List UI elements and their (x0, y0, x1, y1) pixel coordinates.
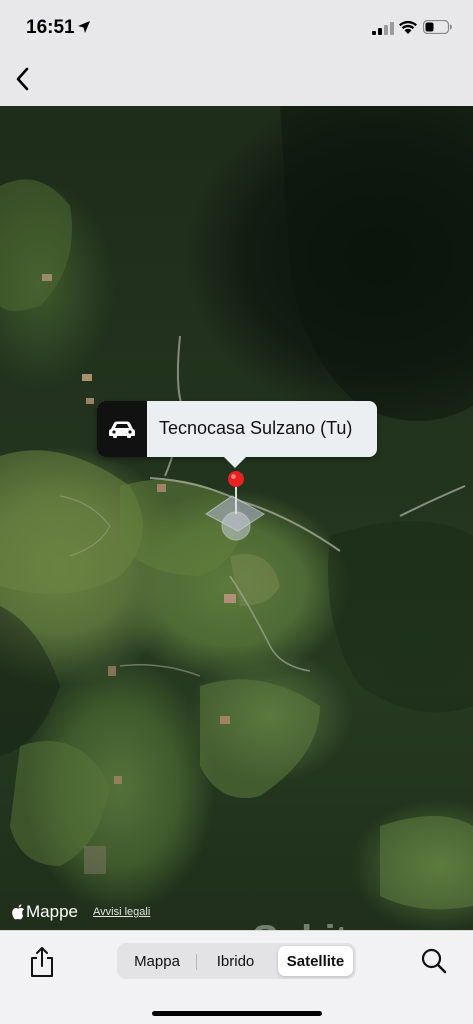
map-type-segmented-control: Mappa Ibrido Satellite (117, 943, 356, 979)
maps-brand: Mappe (26, 902, 78, 921)
share-button[interactable] (28, 945, 56, 979)
segment-ibrido[interactable]: Ibrido (198, 946, 273, 976)
map-terrain (0, 106, 473, 910)
battery-icon (423, 20, 452, 34)
search-icon (421, 948, 447, 974)
bottom-toolbar: Mappa Ibrido Satellite (0, 930, 473, 1024)
legal-notices-link[interactable]: Avvisi legali (93, 906, 150, 918)
red-map-pin[interactable] (226, 470, 246, 516)
status-bar: 16:51 (0, 0, 473, 52)
nav-bar (0, 52, 473, 106)
segment-satellite[interactable]: Satellite (278, 946, 353, 976)
watermark: Subito (252, 918, 371, 930)
location-arrow-icon (78, 21, 90, 33)
cellular-signal-icon (372, 22, 394, 35)
search-button[interactable] (420, 947, 448, 975)
apple-maps-logo: Mappe (11, 902, 78, 922)
place-callout[interactable]: Tecnocasa Sulzano (Tu) (97, 401, 377, 468)
wifi-icon (399, 20, 417, 34)
segment-mappa[interactable]: Mappa (120, 946, 194, 976)
car-icon (109, 421, 135, 438)
chevron-left-icon (16, 67, 29, 91)
apple-logo-icon (12, 904, 24, 920)
segment-divider (196, 954, 197, 970)
callout-tail (224, 457, 246, 468)
back-button[interactable] (10, 64, 40, 94)
share-icon (31, 947, 53, 977)
status-time: 16:51 (26, 17, 75, 38)
satellite-map[interactable]: Tecnocasa Sulzano (Tu) Mappe Avvisi lega… (0, 106, 473, 930)
callout-icon-box (97, 401, 147, 457)
home-indicator (152, 1011, 322, 1016)
callout-label: Tecnocasa Sulzano (Tu) (159, 418, 353, 438)
